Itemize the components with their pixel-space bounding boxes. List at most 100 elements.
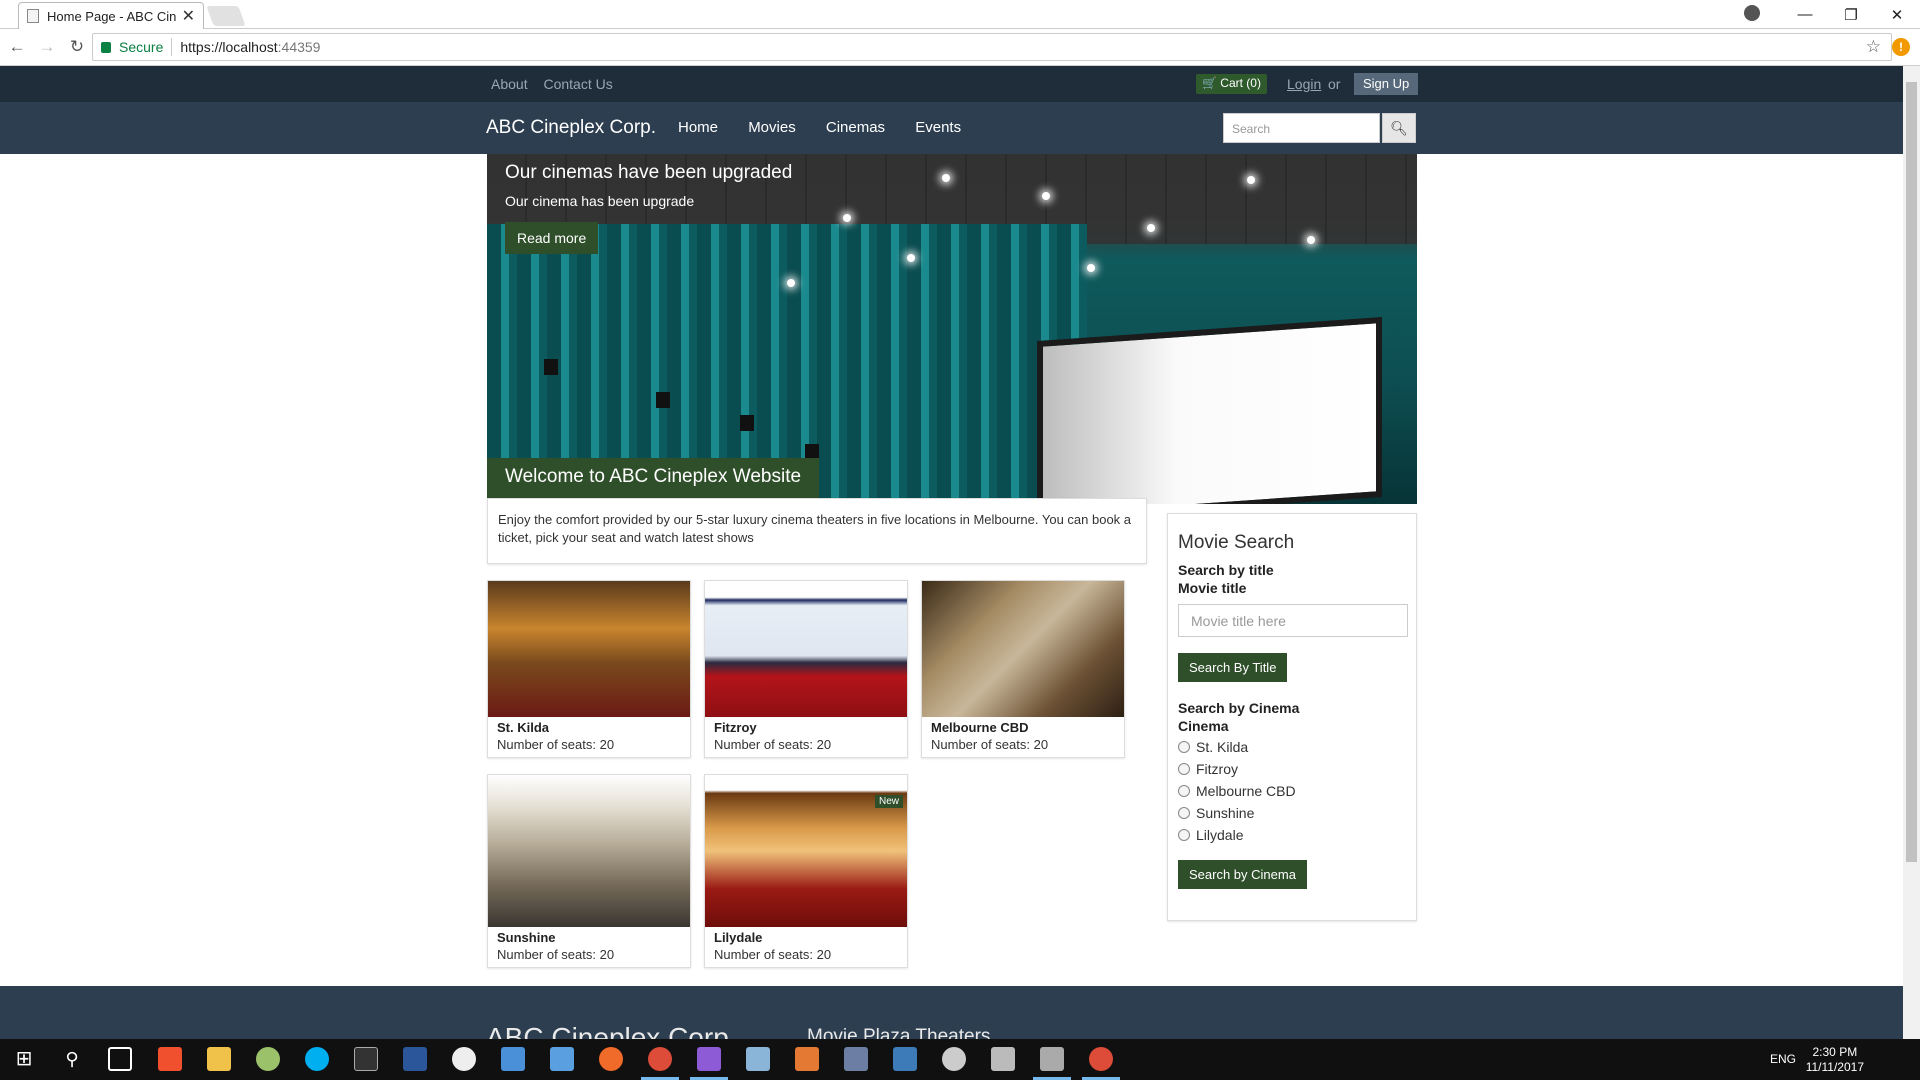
panel-heading: Movie Search [1178, 532, 1295, 553]
restore-icon[interactable]: ❐ [1828, 6, 1874, 24]
tab-title: Home Page - ABC Cinep [47, 8, 176, 24]
app-icon[interactable] [746, 1047, 770, 1071]
about-link[interactable]: About [491, 76, 528, 92]
clock[interactable]: 2:30 PM 11/11/2017 [1806, 1045, 1864, 1075]
scrollbar-thumb[interactable] [1906, 82, 1917, 862]
cinema-seats: Number of seats: 20 [931, 737, 1049, 752]
brand-logo[interactable]: ABC Cineplex Corp. [486, 117, 656, 139]
music-icon[interactable] [452, 1047, 476, 1071]
radio-label: Fitzroy [1196, 761, 1238, 777]
close-window-icon[interactable]: ✕ [1874, 6, 1920, 24]
terminal-icon[interactable] [354, 1047, 378, 1071]
cinema-label: Cinema [1178, 718, 1229, 734]
welcome-heading: Welcome to ABC Cineplex Website [487, 458, 820, 498]
ceiling-light [942, 174, 950, 182]
footer: ABC Cineplex Corp. Movie Plaza Theaters [0, 986, 1903, 1039]
cinema-radio-fitzroy[interactable]: Fitzroy [1178, 758, 1406, 780]
cinema-radio-sunshine[interactable]: Sunshine [1178, 802, 1406, 824]
cinema-card[interactable]: St. Kilda Number of seats: 20 [487, 580, 691, 758]
app-icon[interactable] [893, 1047, 917, 1071]
cinema-name: St. Kilda [497, 720, 550, 735]
wall-speaker [740, 415, 754, 431]
cart-button[interactable]: 🛒 Cart (0) [1196, 74, 1267, 94]
read-more-button[interactable]: Read more [505, 222, 599, 254]
app-icon[interactable] [844, 1047, 868, 1071]
new-tab-button[interactable] [206, 6, 246, 26]
chrome-icon[interactable] [1089, 1047, 1113, 1071]
nav-movies[interactable]: Movies [748, 119, 796, 136]
cinema-image [922, 581, 1124, 717]
language-indicator[interactable]: ENG [1770, 1052, 1796, 1066]
skype-icon[interactable] [305, 1047, 329, 1071]
search-by-title-label: Search by title [1178, 562, 1274, 578]
cinema-radio-lilydale[interactable]: Lilydale [1178, 824, 1406, 846]
app-icon[interactable] [550, 1047, 574, 1071]
minimize-icon[interactable]: — [1782, 6, 1828, 23]
search-by-title-button[interactable]: Search By Title [1178, 653, 1288, 682]
signup-button[interactable]: Sign Up [1354, 73, 1419, 95]
ceiling-light [787, 279, 795, 287]
app-icon[interactable] [599, 1047, 623, 1071]
app-icon[interactable] [256, 1047, 280, 1071]
cinema-card[interactable]: Sunshine Number of seats: 20 [487, 774, 691, 968]
cinema-card[interactable]: New Lilydale Number of seats: 20 [704, 774, 908, 968]
chrome-icon[interactable] [648, 1047, 672, 1071]
app-icon[interactable] [1040, 1047, 1064, 1071]
app-icon[interactable] [991, 1047, 1015, 1071]
windows-start-icon[interactable]: ⊞ [12, 1047, 36, 1071]
visual-studio-icon[interactable] [697, 1047, 721, 1071]
browser-tab[interactable]: Home Page - ABC Cinep ✕ [18, 2, 204, 29]
search-button[interactable]: 🔍︎ [1382, 113, 1416, 143]
browser-toolbar: ← → ↻ Secure https://localhost :44359 ☆ [0, 29, 1920, 66]
clock-date: 11/11/2017 [1805, 1060, 1864, 1074]
cinema-radio-melbourne-cbd[interactable]: Melbourne CBD [1178, 780, 1406, 802]
back-arrow-icon[interactable]: ← [4, 37, 30, 57]
nav-events[interactable]: Events [915, 119, 961, 136]
app-icon[interactable] [501, 1047, 525, 1071]
url-port: :44359 [277, 39, 321, 55]
login-link[interactable]: Login [1287, 76, 1321, 92]
secure-label: Secure [119, 39, 164, 55]
nav-cinemas[interactable]: Cinemas [826, 119, 885, 136]
cinema-radio-st-kilda[interactable]: St. Kilda [1178, 736, 1406, 758]
cinema-image [705, 581, 907, 717]
wall-speaker [656, 392, 670, 408]
ceiling-light [1087, 264, 1095, 272]
extension-icon[interactable]: ! [1892, 38, 1910, 56]
ceiling-light [907, 254, 915, 262]
nav-home[interactable]: Home [678, 119, 718, 136]
app-icon[interactable] [795, 1047, 819, 1071]
forward-arrow-icon[interactable]: → [34, 37, 60, 57]
page-scrollbar[interactable] [1903, 66, 1920, 1039]
cinema-seats: Number of seats: 20 [714, 737, 832, 752]
reload-icon[interactable]: ↻ [64, 37, 90, 57]
tab-close-icon[interactable]: ✕ [182, 6, 195, 26]
cinema-seats: Number of seats: 20 [497, 947, 615, 962]
or-text: or [1328, 76, 1341, 92]
bookmark-star-icon[interactable]: ☆ [1866, 37, 1881, 57]
url-host: https://localhost [180, 39, 278, 55]
ceiling-light [843, 214, 851, 222]
git-icon[interactable] [158, 1047, 182, 1071]
lock-icon [101, 41, 111, 53]
page-icon [27, 9, 39, 23]
page-viewport: About Contact Us 🛒 Cart (0) Login or Sig… [0, 66, 1903, 1039]
intro-text: Enjoy the comfort provided by our 5-star… [487, 498, 1147, 564]
search-icon[interactable]: ⚲ [60, 1047, 84, 1071]
contact-link[interactable]: Contact Us [543, 76, 612, 92]
cinema-card[interactable]: Melbourne CBD Number of seats: 20 [921, 580, 1125, 758]
search-icon: 🔍︎ [1390, 120, 1408, 136]
word-icon[interactable] [403, 1047, 427, 1071]
movie-title-input[interactable]: Movie title here [1178, 604, 1408, 637]
folder-icon[interactable] [207, 1047, 231, 1071]
task-view-icon[interactable] [108, 1047, 132, 1071]
cinema-card[interactable]: Fitzroy Number of seats: 20 [704, 580, 908, 758]
search-input[interactable]: Search [1223, 113, 1380, 143]
address-bar[interactable]: Secure https://localhost :44359 ☆ [92, 33, 1892, 61]
footer-brand: ABC Cineplex Corp. [486, 1022, 737, 1039]
profile-icon[interactable] [1744, 5, 1760, 21]
app-icon[interactable] [942, 1047, 966, 1071]
search-by-cinema-button[interactable]: Search by Cinema [1178, 860, 1307, 889]
movie-search-panel: Movie Search Search by title Movie title… [1167, 513, 1417, 921]
cinema-image [488, 581, 690, 717]
